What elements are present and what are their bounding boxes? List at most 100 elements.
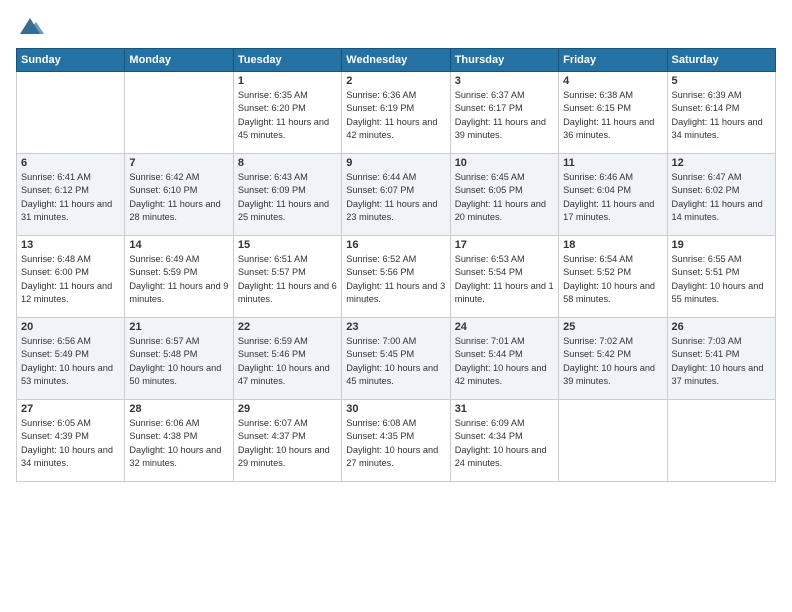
calendar-cell: 19Sunrise: 6:55 AMSunset: 5:51 PMDayligh… bbox=[667, 236, 775, 318]
day-detail: Sunrise: 6:36 AMSunset: 6:19 PMDaylight:… bbox=[346, 89, 445, 142]
header bbox=[16, 12, 776, 40]
day-number: 23 bbox=[346, 321, 445, 333]
day-detail: Sunrise: 7:02 AMSunset: 5:42 PMDaylight:… bbox=[563, 335, 662, 388]
day-number: 30 bbox=[346, 403, 445, 415]
week-row-2: 6 Sunrise: 6:41 AMSunset: 6:12 PMDaylight… bbox=[17, 154, 776, 236]
day-detail: Sunrise: 7:01 AMSunset: 5:44 PMDaylight:… bbox=[455, 335, 554, 388]
weekday-sunday: Sunday bbox=[17, 49, 125, 72]
week-row-3: 13 Sunrise: 6:48 AMSunset: 6:00 PMDayligh… bbox=[17, 236, 776, 318]
day-detail: Sunrise: 6:49 AMSunset: 5:59 PMDaylight:… bbox=[129, 253, 228, 306]
calendar-cell bbox=[559, 400, 667, 482]
calendar-cell: 23 Sunrise: 7:00 AMSunset: 5:45 PMDayligh… bbox=[342, 318, 450, 400]
day-number: 24 bbox=[455, 321, 554, 333]
calendar-cell: 7 Sunrise: 6:42 AMSunset: 6:10 PMDaylight… bbox=[125, 154, 233, 236]
weekday-wednesday: Wednesday bbox=[342, 49, 450, 72]
day-detail: Sunrise: 6:35 AMSunset: 6:20 PMDaylight:… bbox=[238, 89, 337, 142]
day-detail: Sunrise: 6:59 AMSunset: 5:46 PMDaylight:… bbox=[238, 335, 337, 388]
day-number: 29 bbox=[238, 403, 337, 415]
weekday-monday: Monday bbox=[125, 49, 233, 72]
day-detail: Sunrise: 6:45 AMSunset: 6:05 PMDaylight:… bbox=[455, 171, 554, 224]
day-detail: Sunrise: 6:51 AMSunset: 5:57 PMDaylight:… bbox=[238, 253, 337, 306]
day-detail: Sunrise: 6:07 AMSunset: 4:37 PMDaylight:… bbox=[238, 417, 337, 470]
day-number: 18 bbox=[563, 239, 662, 251]
calendar-cell: 9Sunrise: 6:44 AMSunset: 6:07 PMDaylight… bbox=[342, 154, 450, 236]
calendar-cell: 15 Sunrise: 6:51 AMSunset: 5:57 PMDayligh… bbox=[233, 236, 341, 318]
day-number: 15 bbox=[238, 239, 337, 251]
day-detail: Sunrise: 6:57 AMSunset: 5:48 PMDaylight:… bbox=[129, 335, 228, 388]
day-number: 13 bbox=[21, 239, 120, 251]
calendar-cell: 6 Sunrise: 6:41 AMSunset: 6:12 PMDaylight… bbox=[17, 154, 125, 236]
logo-icon bbox=[16, 12, 44, 40]
day-number: 3 bbox=[455, 75, 554, 87]
calendar-cell: 29 Sunrise: 6:07 AMSunset: 4:37 PMDayligh… bbox=[233, 400, 341, 482]
day-number: 31 bbox=[455, 403, 554, 415]
calendar-cell: 20Sunrise: 6:56 AMSunset: 5:49 PMDayligh… bbox=[17, 318, 125, 400]
calendar-table: SundayMondayTuesdayWednesdayThursdayFrid… bbox=[16, 48, 776, 482]
day-detail: Sunrise: 6:37 AMSunset: 6:17 PMDaylight:… bbox=[455, 89, 554, 142]
day-detail: Sunrise: 6:52 AMSunset: 5:56 PMDaylight:… bbox=[346, 253, 445, 306]
day-number: 2 bbox=[346, 75, 445, 87]
calendar-cell: 24 Sunrise: 7:01 AMSunset: 5:44 PMDayligh… bbox=[450, 318, 558, 400]
calendar-cell bbox=[667, 400, 775, 482]
weekday-friday: Friday bbox=[559, 49, 667, 72]
day-number: 27 bbox=[21, 403, 120, 415]
day-number: 20 bbox=[21, 321, 120, 333]
day-number: 10 bbox=[455, 157, 554, 169]
calendar-cell: 25 Sunrise: 7:02 AMSunset: 5:42 PMDayligh… bbox=[559, 318, 667, 400]
logo bbox=[16, 12, 48, 40]
day-number: 14 bbox=[129, 239, 228, 251]
day-number: 11 bbox=[563, 157, 662, 169]
day-detail: Sunrise: 6:38 AMSunset: 6:15 PMDaylight:… bbox=[563, 89, 662, 142]
day-detail: Sunrise: 7:00 AMSunset: 5:45 PMDaylight:… bbox=[346, 335, 445, 388]
weekday-saturday: Saturday bbox=[667, 49, 775, 72]
day-number: 25 bbox=[563, 321, 662, 333]
calendar-cell bbox=[17, 72, 125, 154]
calendar-cell: 11Sunrise: 6:46 AMSunset: 6:04 PMDayligh… bbox=[559, 154, 667, 236]
day-number: 28 bbox=[129, 403, 228, 415]
day-number: 1 bbox=[238, 75, 337, 87]
day-detail: Sunrise: 6:41 AMSunset: 6:12 PMDaylight:… bbox=[21, 171, 120, 224]
calendar-cell: 21 Sunrise: 6:57 AMSunset: 5:48 PMDayligh… bbox=[125, 318, 233, 400]
day-number: 17 bbox=[455, 239, 554, 251]
calendar-cell: 1 Sunrise: 6:35 AMSunset: 6:20 PMDaylight… bbox=[233, 72, 341, 154]
day-number: 21 bbox=[129, 321, 228, 333]
calendar-cell: 26 Sunrise: 7:03 AMSunset: 5:41 PMDayligh… bbox=[667, 318, 775, 400]
day-detail: Sunrise: 6:44 AMSunset: 6:07 PMDaylight:… bbox=[346, 171, 445, 224]
calendar-cell: 13 Sunrise: 6:48 AMSunset: 6:00 PMDayligh… bbox=[17, 236, 125, 318]
calendar-cell: 8 Sunrise: 6:43 AMSunset: 6:09 PMDaylight… bbox=[233, 154, 341, 236]
page: SundayMondayTuesdayWednesdayThursdayFrid… bbox=[0, 0, 792, 612]
day-number: 26 bbox=[672, 321, 771, 333]
calendar-cell: 16Sunrise: 6:52 AMSunset: 5:56 PMDayligh… bbox=[342, 236, 450, 318]
calendar-cell: 10 Sunrise: 6:45 AMSunset: 6:05 PMDayligh… bbox=[450, 154, 558, 236]
day-number: 22 bbox=[238, 321, 337, 333]
day-detail: Sunrise: 6:48 AMSunset: 6:00 PMDaylight:… bbox=[21, 253, 120, 306]
weekday-tuesday: Tuesday bbox=[233, 49, 341, 72]
calendar-cell: 27Sunrise: 6:05 AMSunset: 4:39 PMDayligh… bbox=[17, 400, 125, 482]
calendar-cell bbox=[125, 72, 233, 154]
calendar-cell: 31 Sunrise: 6:09 AMSunset: 4:34 PMDayligh… bbox=[450, 400, 558, 482]
day-detail: Sunrise: 6:43 AMSunset: 6:09 PMDaylight:… bbox=[238, 171, 337, 224]
day-number: 8 bbox=[238, 157, 337, 169]
day-detail: Sunrise: 6:39 AMSunset: 6:14 PMDaylight:… bbox=[672, 89, 771, 142]
day-number: 12 bbox=[672, 157, 771, 169]
day-detail: Sunrise: 6:09 AMSunset: 4:34 PMDaylight:… bbox=[455, 417, 554, 470]
day-detail: Sunrise: 6:54 AMSunset: 5:52 PMDaylight:… bbox=[563, 253, 662, 306]
day-detail: Sunrise: 7:03 AMSunset: 5:41 PMDaylight:… bbox=[672, 335, 771, 388]
weekday-thursday: Thursday bbox=[450, 49, 558, 72]
calendar-cell: 3 Sunrise: 6:37 AMSunset: 6:17 PMDaylight… bbox=[450, 72, 558, 154]
week-row-1: 1 Sunrise: 6:35 AMSunset: 6:20 PMDaylight… bbox=[17, 72, 776, 154]
day-detail: Sunrise: 6:53 AMSunset: 5:54 PMDaylight:… bbox=[455, 253, 554, 306]
day-number: 6 bbox=[21, 157, 120, 169]
calendar-cell: 4Sunrise: 6:38 AMSunset: 6:15 PMDaylight… bbox=[559, 72, 667, 154]
calendar-cell: 14 Sunrise: 6:49 AMSunset: 5:59 PMDayligh… bbox=[125, 236, 233, 318]
calendar-cell: 5Sunrise: 6:39 AMSunset: 6:14 PMDaylight… bbox=[667, 72, 775, 154]
calendar-cell: 2 Sunrise: 6:36 AMSunset: 6:19 PMDaylight… bbox=[342, 72, 450, 154]
week-row-5: 27Sunrise: 6:05 AMSunset: 4:39 PMDayligh… bbox=[17, 400, 776, 482]
day-number: 7 bbox=[129, 157, 228, 169]
week-row-4: 20Sunrise: 6:56 AMSunset: 5:49 PMDayligh… bbox=[17, 318, 776, 400]
day-number: 19 bbox=[672, 239, 771, 251]
weekday-header-row: SundayMondayTuesdayWednesdayThursdayFrid… bbox=[17, 49, 776, 72]
calendar-cell: 17 Sunrise: 6:53 AMSunset: 5:54 PMDayligh… bbox=[450, 236, 558, 318]
day-detail: Sunrise: 6:06 AMSunset: 4:38 PMDaylight:… bbox=[129, 417, 228, 470]
day-detail: Sunrise: 6:42 AMSunset: 6:10 PMDaylight:… bbox=[129, 171, 228, 224]
